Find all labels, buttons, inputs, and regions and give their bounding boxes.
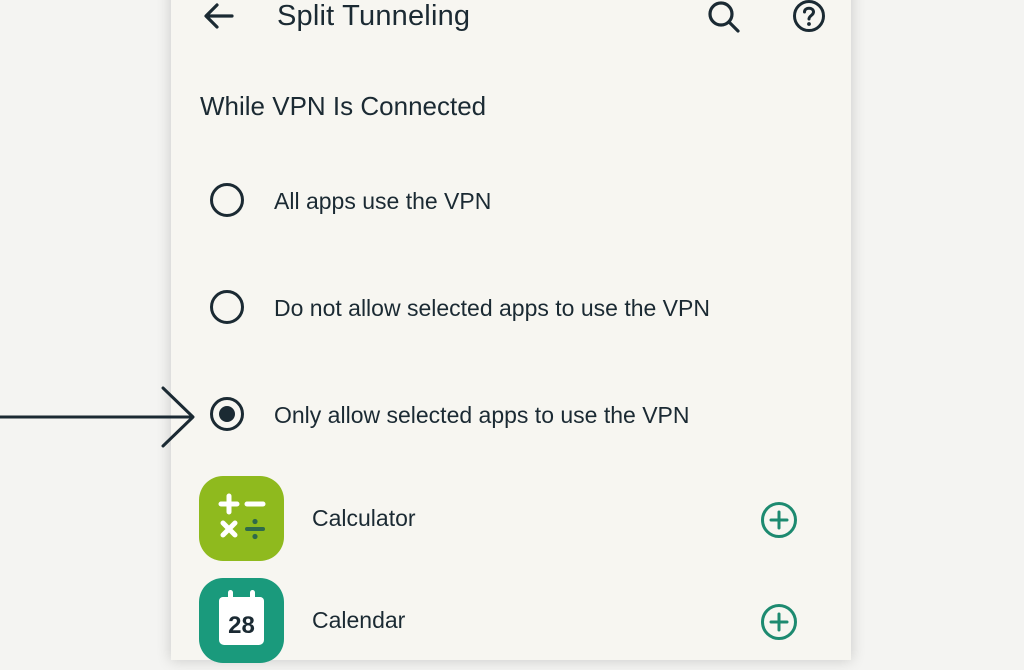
- calendar-icon: 28: [199, 578, 284, 663]
- option-label: All apps use the VPN: [274, 188, 492, 214]
- search-icon: [708, 1, 740, 33]
- app-row-calculator[interactable]: Calculator: [171, 476, 851, 568]
- phone-screen: Split Tunneling While VPN Is Connected A…: [171, 0, 851, 663]
- option-label: Only allow selected apps to use the VPN: [274, 402, 690, 428]
- add-circle-icon: [761, 604, 797, 640]
- option-exclude-selected[interactable]: Do not allow selected apps to use the VP…: [171, 267, 851, 347]
- arrow-left-icon: [204, 3, 234, 29]
- back-button[interactable]: [199, 0, 239, 36]
- section-heading: While VPN Is Connected: [200, 91, 487, 121]
- radio-unselected-icon[interactable]: [209, 289, 245, 325]
- calculator-icon: [199, 476, 284, 561]
- help-button[interactable]: [789, 0, 829, 36]
- option-label: Do not allow selected apps to use the VP…: [274, 295, 710, 321]
- app-name: Calendar: [312, 607, 406, 633]
- add-circle-icon: [761, 502, 797, 538]
- app-name: Calculator: [312, 505, 416, 531]
- calendar-date-text: 28: [228, 612, 255, 639]
- option-only-selected[interactable]: Only allow selected apps to use the VPN: [171, 374, 851, 454]
- page-title: Split Tunneling: [277, 0, 471, 32]
- option-all-apps[interactable]: All apps use the VPN: [171, 160, 851, 240]
- app-row-calendar[interactable]: 28 Calendar: [171, 578, 851, 670]
- add-app-button[interactable]: [759, 602, 799, 642]
- search-button[interactable]: [703, 0, 743, 36]
- radio-unselected-icon[interactable]: [209, 182, 245, 218]
- pointer-arrow-icon: [0, 386, 195, 448]
- radio-selected-icon[interactable]: [209, 396, 245, 432]
- help-circle-icon: [793, 0, 825, 32]
- app-bar: Split Tunneling: [171, 0, 851, 70]
- add-app-button[interactable]: [759, 500, 799, 540]
